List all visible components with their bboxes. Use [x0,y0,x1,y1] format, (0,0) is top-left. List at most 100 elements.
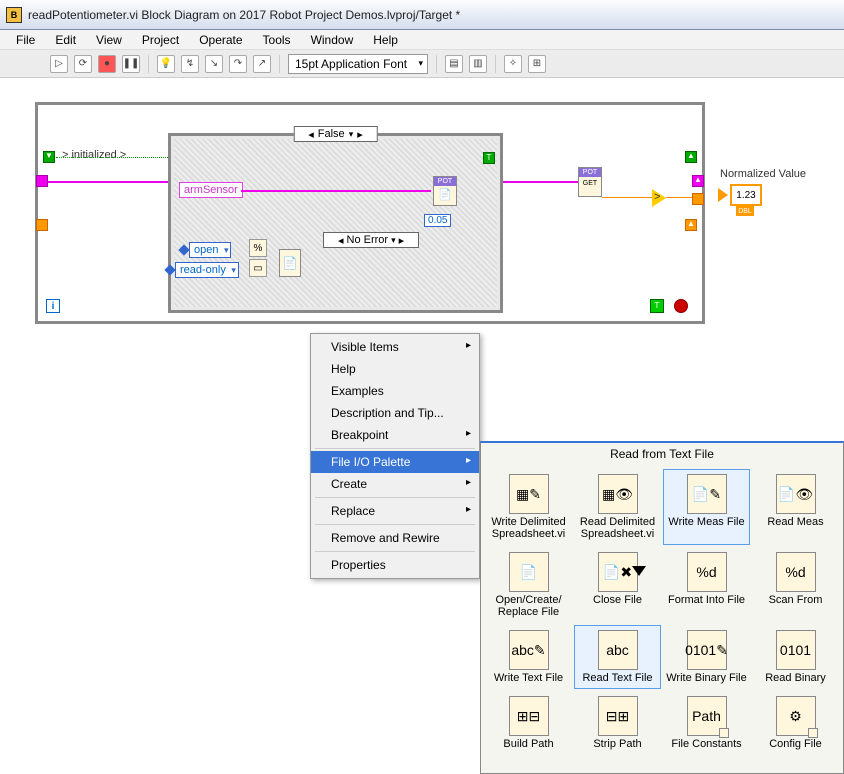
block-diagram-canvas[interactable]: > initialized > False T armSensor POT 📄 … [0,78,844,696]
palette-format-into-file[interactable]: %d Format Into File [663,547,750,623]
palette-label: Write Meas File [668,516,744,528]
menu-tools[interactable]: Tools [255,31,299,49]
case-next-icon[interactable] [353,128,363,141]
palette-strip-path[interactable]: ⊟⊞Strip Path [574,691,661,755]
menu-view[interactable]: View [88,31,130,49]
open-ring[interactable]: open [189,242,231,258]
align-button[interactable]: ▤ [445,55,463,73]
tunnel-green-out[interactable] [685,151,697,163]
iteration-terminal[interactable]: i [46,299,60,313]
palette-build-path[interactable]: ⊞⊟Build Path [485,691,572,755]
delay-constant[interactable]: 0.05 [424,214,451,227]
normalized-indicator[interactable]: 1.23 [730,184,762,206]
palette-read-meas[interactable]: 📄👁Read Meas [752,469,839,545]
menu-operate[interactable]: Operate [191,31,250,49]
toolbar: ▷ ⟳ ● ❚❚ 💡 ↯ ↘ ↷ ↗ 15pt Application Font… [0,50,844,78]
case-prev-icon[interactable] [308,128,318,141]
palette-write-delimited-spreadsheet-vi[interactable]: ▦✎Write Delimited Spreadsheet.vi [485,469,572,545]
menu-project[interactable]: Project [134,31,187,49]
ctx-visible-items[interactable]: Visible Items [311,336,479,358]
chevron-down-icon[interactable] [388,234,396,246]
arm-sensor-constant[interactable]: armSensor [179,182,243,198]
separator [436,55,437,73]
tunnel-green-in[interactable] [43,151,55,163]
palette-file-constants[interactable]: PathFile Constants [663,691,750,755]
compare-node[interactable] [652,189,666,207]
tunnel-orange-in[interactable] [36,219,48,231]
ctx-replace[interactable]: Replace [311,500,479,522]
ref-icon[interactable]: ▭ [249,259,267,277]
palette-write-binary-file[interactable]: 0101✎Write Binary File [663,625,750,689]
retain-button[interactable]: ↯ [181,55,199,73]
while-loop[interactable]: > initialized > False T armSensor POT 📄 … [35,102,705,324]
case-selector[interactable]: False [293,126,378,142]
tunnel-pink-in[interactable] [36,175,48,187]
menu-help[interactable]: Help [365,31,406,49]
separator [148,55,149,73]
indicator-arrow-icon [718,188,728,202]
readonly-ring[interactable]: read-only [175,262,239,278]
ctx-breakpoint[interactable]: Breakpoint [311,424,479,446]
ctx-file-i-o-palette[interactable]: File I/O Palette [311,451,479,473]
run-cont-button[interactable]: ⟳ [74,55,92,73]
ctx-properties[interactable]: Properties [311,554,479,576]
palette-read-binary[interactable]: 0101Read Binary [752,625,839,689]
step-over-button[interactable]: ↷ [229,55,247,73]
cleanup-button[interactable]: ✧ [504,55,522,73]
bool-constant[interactable]: T [650,299,664,313]
palette-label: Read Delimited Spreadsheet.vi [577,516,658,540]
chevron-down-icon[interactable] [345,128,354,140]
case-value: False [318,128,345,140]
ctx-remove-and-rewire[interactable]: Remove and Rewire [311,527,479,549]
title-bar: B readPotentiometer.vi Block Diagram on … [0,0,844,30]
tunnel-pink-out[interactable] [692,175,704,187]
ind-value: 1.23 [736,190,755,201]
palette-close-file[interactable]: 📄✖Close File [574,547,661,623]
initialized-label: > initialized > [62,149,126,161]
palette-icon: 📄👁 [776,474,816,514]
pot-set-node[interactable]: POT 📄 [433,176,457,206]
err-next-icon[interactable] [396,234,405,247]
palette-write-meas-file[interactable]: 📄✎Write Meas File [663,469,750,545]
step-out-button[interactable]: ↗ [253,55,271,73]
menu-bar: File Edit View Project Operate Tools Win… [0,30,844,50]
error-case-selector[interactable]: No Error [323,232,419,248]
palette-icon: %d [687,552,727,592]
ctx-examples[interactable]: Examples [311,380,479,402]
palette-read-text-file[interactable]: abcRead Text File [574,625,661,689]
palette-config-file[interactable]: ⚙Config File [752,691,839,755]
ctx-help[interactable]: Help [311,358,479,380]
menu-file[interactable]: File [8,31,43,49]
ctx-create[interactable]: Create [311,473,479,495]
tunnel-green-case[interactable]: T [483,152,495,164]
err-prev-icon[interactable] [338,234,347,247]
distribute-button[interactable]: ▥ [469,55,487,73]
palette-scan-from[interactable]: %dScan From [752,547,839,623]
reorder-button[interactable]: ⊞ [528,55,546,73]
step-into-button[interactable]: ↘ [205,55,223,73]
pause-button[interactable]: ❚❚ [122,55,140,73]
bulb-button[interactable]: 💡 [157,55,175,73]
palette-read-delimited-spreadsheet-vi[interactable]: ▦👁Read Delimited Spreadsheet.vi [574,469,661,545]
run-button[interactable]: ▷ [50,55,68,73]
loop-stop[interactable] [674,299,688,313]
tunnel-orange-out2[interactable] [685,219,697,231]
palette-icon: 0101✎ [687,630,727,670]
palette-label: Format Into File [668,594,745,606]
font-selector[interactable]: 15pt Application Font [288,54,428,74]
menu-edit[interactable]: Edit [47,31,84,49]
wire-dotted [56,157,168,158]
palette-label: File Constants [671,738,741,750]
path-icon[interactable]: % [249,239,267,257]
pot-get-node[interactable]: POT GET [578,167,602,197]
menu-window[interactable]: Window [303,31,362,49]
palette-write-text-file[interactable]: abc✎Write Text File [485,625,572,689]
case-structure[interactable]: False T armSensor POT 📄 0.05 No Error op… [168,133,503,313]
open-file-node[interactable]: 📄 [279,249,301,277]
abort-button[interactable]: ● [98,55,116,73]
palette-open-create-replace-file[interactable]: 📄Open/Create/ Replace File [485,547,572,623]
tunnel-orange-out[interactable] [692,193,704,205]
ctx-description-and-tip-[interactable]: Description and Tip... [311,402,479,424]
app-icon: B [6,7,22,23]
palette-label: Read Text File [582,672,652,684]
